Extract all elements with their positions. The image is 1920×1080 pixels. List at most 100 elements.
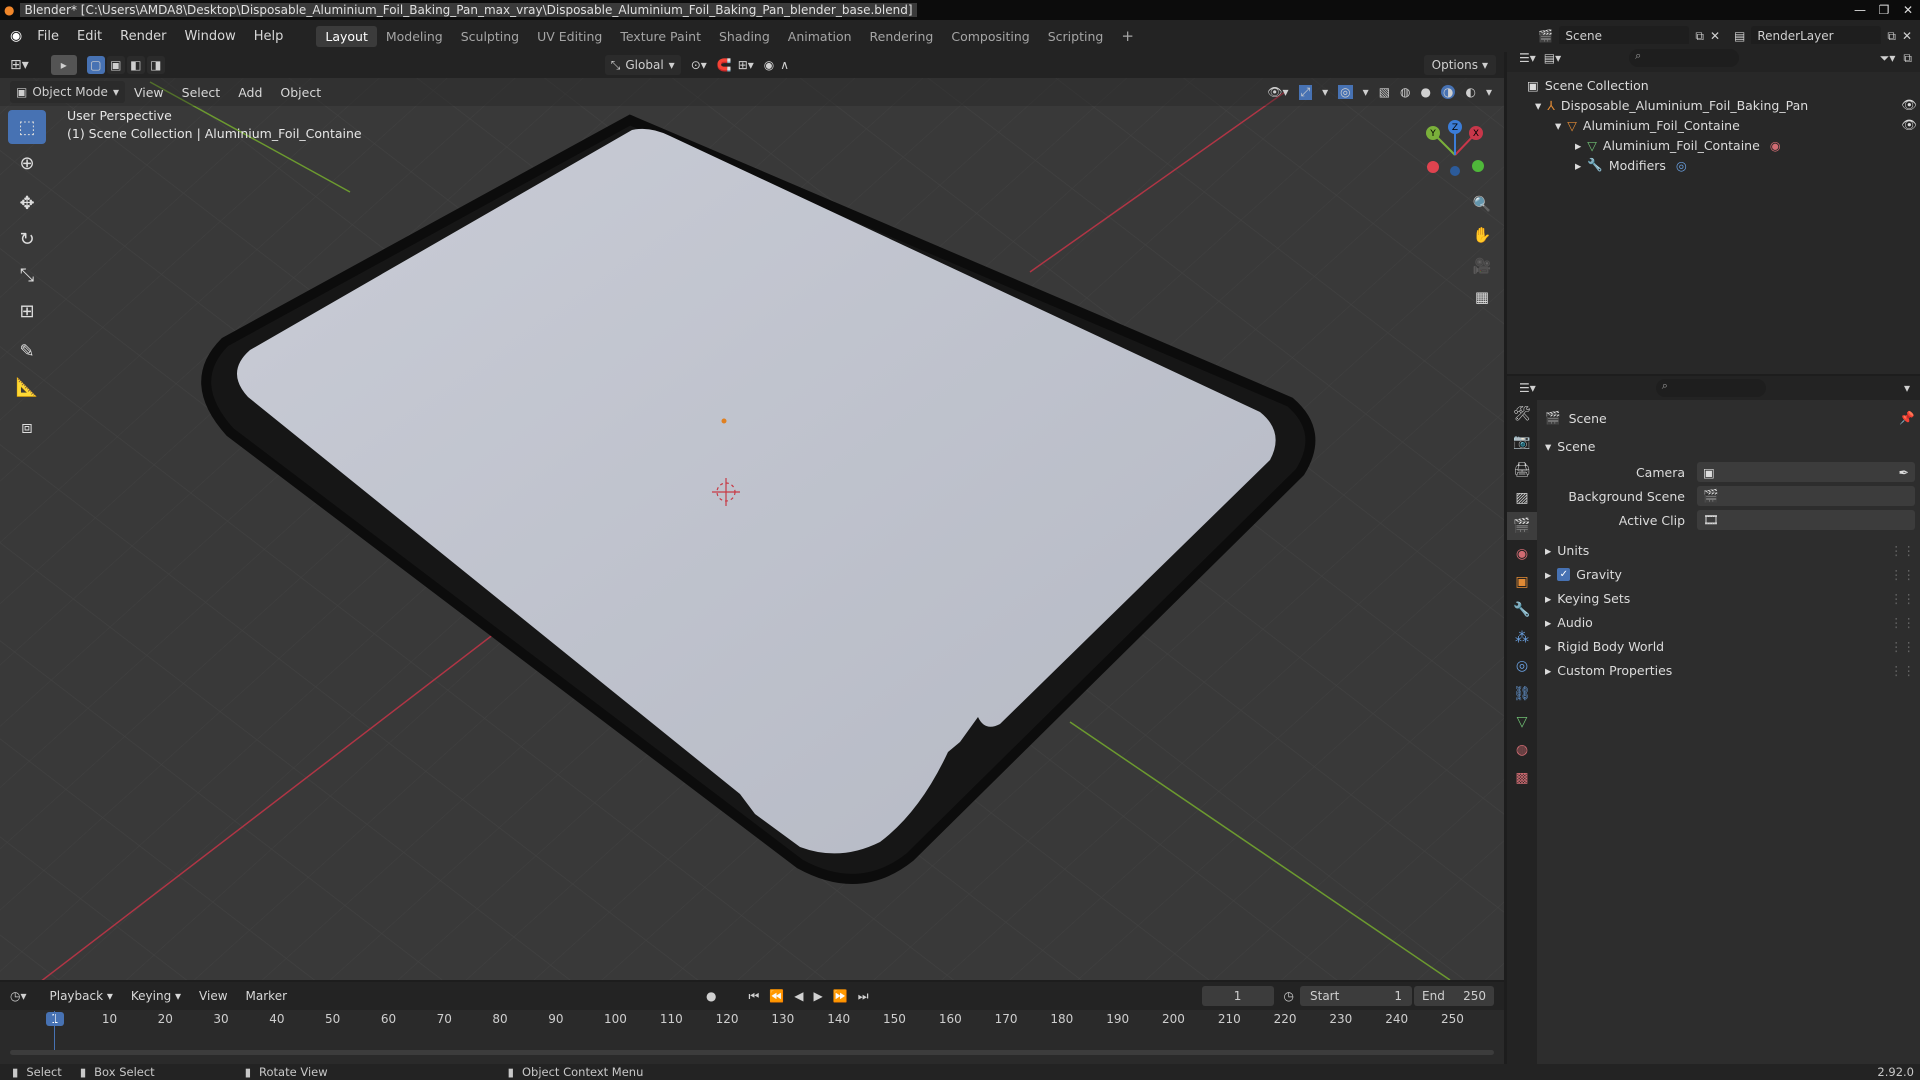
render-tab-icon[interactable]: 📷 bbox=[1507, 428, 1537, 456]
move-tool-icon[interactable]: ✥ bbox=[8, 186, 46, 220]
snap-target-icon[interactable]: ⊞▾ bbox=[738, 58, 754, 72]
tab-uv-editing[interactable]: UV Editing bbox=[528, 26, 611, 47]
renderlayer-delete-icon[interactable]: ✕ bbox=[1902, 29, 1912, 43]
panel-rigid-body-world[interactable]: ▸ Rigid Body World ⋮⋮ bbox=[1545, 634, 1915, 658]
display-mode-icon[interactable]: ▤▾ bbox=[1544, 51, 1561, 65]
ortho-grid-icon[interactable]: ▦ bbox=[1468, 283, 1496, 311]
scene-new-icon[interactable]: ⧉ bbox=[1695, 29, 1704, 44]
timeline-ruler[interactable]: 1102030405060708090100110120130140150160… bbox=[0, 1012, 1504, 1030]
texture-tab-icon[interactable]: ▩ bbox=[1507, 764, 1537, 792]
scene-panel-header[interactable]: ▾ Scene bbox=[1545, 434, 1915, 458]
minimize-button[interactable]: — bbox=[1848, 3, 1872, 17]
cursor-tool-icon[interactable]: ⊕ bbox=[8, 146, 46, 180]
solid-shading-icon[interactable]: ● bbox=[1421, 85, 1431, 99]
select-subtract-icon[interactable]: ◧ bbox=[126, 56, 145, 74]
expand-arrow-icon[interactable]: ▸ bbox=[1575, 138, 1581, 153]
play-reverse-icon[interactable]: ◀ bbox=[794, 989, 803, 1003]
drag-handle-icon[interactable]: ⋮⋮ bbox=[1890, 591, 1915, 606]
viewport-menu-select[interactable]: Select bbox=[173, 85, 230, 100]
material-tab-icon[interactable]: ◍ bbox=[1507, 736, 1537, 764]
prev-keyframe-icon[interactable]: ⏪ bbox=[769, 989, 784, 1003]
camera-view-icon[interactable]: 🎥 bbox=[1468, 252, 1496, 280]
timeline-menu-view[interactable]: View bbox=[190, 989, 236, 1003]
new-collection-icon[interactable]: ⧉ bbox=[1903, 51, 1912, 66]
output-tab-icon[interactable]: 🖨 bbox=[1507, 456, 1537, 484]
drag-handle-icon[interactable]: ⋮⋮ bbox=[1890, 543, 1915, 558]
select-extend-icon[interactable]: ▣ bbox=[106, 56, 125, 74]
tab-rendering[interactable]: Rendering bbox=[861, 26, 943, 47]
outliner-row-object[interactable]: ▾ ▽ Aluminium_Foil_Containe 👁 bbox=[1527, 115, 1917, 135]
panel-keying-sets[interactable]: ▸ Keying Sets ⋮⋮ bbox=[1545, 586, 1915, 610]
drag-handle-icon[interactable]: ⋮⋮ bbox=[1890, 615, 1915, 630]
editor-type-icon[interactable]: ⊞▾ bbox=[10, 57, 29, 73]
modifier-tab-icon[interactable]: 🔧 bbox=[1507, 596, 1537, 624]
pivot-icon[interactable]: ⊙▾ bbox=[691, 58, 707, 72]
chevron-down-icon[interactable]: ▾ bbox=[1904, 381, 1910, 395]
panel-audio[interactable]: ▸ Audio ⋮⋮ bbox=[1545, 610, 1915, 634]
renderlayer-selector[interactable]: RenderLayer bbox=[1751, 26, 1882, 46]
close-button[interactable]: ✕ bbox=[1896, 3, 1920, 17]
pan-hand-icon[interactable]: ✋ bbox=[1468, 221, 1496, 249]
select-tool-icon[interactable]: ▸ bbox=[50, 55, 77, 75]
outliner-editor-type-icon[interactable]: ☰▾ bbox=[1519, 51, 1536, 65]
rotate-tool-icon[interactable]: ↻ bbox=[8, 222, 46, 256]
neg-y-axis-icon[interactable] bbox=[1472, 160, 1484, 172]
properties-search-input[interactable]: ⌕ bbox=[1655, 379, 1766, 397]
expand-arrow-icon[interactable]: ▾ bbox=[1535, 98, 1541, 113]
start-frame-field[interactable]: Start 1 bbox=[1300, 986, 1412, 1006]
viewport-menu-view[interactable]: View bbox=[125, 85, 173, 100]
tab-compositing[interactable]: Compositing bbox=[942, 26, 1038, 47]
neg-x-axis-icon[interactable] bbox=[1427, 161, 1439, 173]
tab-texture-paint[interactable]: Texture Paint bbox=[611, 26, 710, 47]
viewport-menu-object[interactable]: Object bbox=[271, 85, 330, 100]
blender-menu-icon[interactable]: ◉ bbox=[10, 28, 22, 44]
scene-delete-icon[interactable]: ✕ bbox=[1710, 29, 1720, 43]
expand-arrow-icon[interactable]: ▾ bbox=[1545, 439, 1551, 454]
zoom-icon[interactable]: 🔍 bbox=[1468, 190, 1496, 218]
menu-help[interactable]: Help bbox=[245, 29, 293, 44]
panel-custom-properties[interactable]: ▸ Custom Properties ⋮⋮ bbox=[1545, 658, 1915, 682]
menu-window[interactable]: Window bbox=[175, 29, 244, 44]
active-clip-field[interactable]: 🎞 bbox=[1697, 510, 1915, 530]
wireframe-shading-icon[interactable]: ◍ bbox=[1400, 85, 1410, 99]
3d-viewport[interactable] bbox=[0, 52, 1504, 980]
expand-arrow-icon[interactable]: ▸ bbox=[1545, 615, 1551, 630]
tab-modeling[interactable]: Modeling bbox=[377, 26, 452, 47]
scene-tab-icon[interactable]: 🎬 bbox=[1507, 512, 1537, 540]
overlay-toggle-icon[interactable]: ◎ bbox=[1338, 85, 1353, 99]
outliner-row-modifiers[interactable]: ▸ 🔧 Modifiers ◎ bbox=[1527, 155, 1917, 175]
mode-dropdown[interactable]: ▣ Object Mode ▾ bbox=[10, 81, 125, 103]
eye-icon[interactable]: 👁 bbox=[1901, 97, 1917, 113]
current-frame-field[interactable]: 1 bbox=[1201, 986, 1274, 1006]
timeline-editor-type-icon[interactable]: ◷▾ bbox=[10, 989, 27, 1003]
record-icon[interactable]: ● bbox=[706, 989, 716, 1003]
options-dropdown[interactable]: Options ▾ bbox=[1423, 55, 1496, 75]
data-tab-icon[interactable]: ▽ bbox=[1507, 708, 1537, 736]
navigation-gizmo[interactable]: X Y Z bbox=[1415, 115, 1495, 195]
select-intersect-icon[interactable]: ◨ bbox=[146, 56, 165, 74]
drag-handle-icon[interactable]: ⋮⋮ bbox=[1890, 639, 1915, 654]
expand-arrow-icon[interactable]: ▸ bbox=[1545, 591, 1551, 606]
outliner-search-input[interactable]: ⌕ bbox=[1629, 49, 1740, 67]
add-cube-tool-icon[interactable]: ⧈ bbox=[8, 410, 46, 444]
timeline-menu-playback[interactable]: Playback ▾ bbox=[41, 989, 122, 1003]
timeline-menu-marker[interactable]: Marker bbox=[237, 989, 296, 1003]
panel-units[interactable]: ▸ Units ⋮⋮ bbox=[1545, 538, 1915, 562]
world-tab-icon[interactable]: ◉ bbox=[1507, 540, 1537, 568]
tab-animation[interactable]: Animation bbox=[779, 26, 861, 47]
particles-tab-icon[interactable]: ⁂ bbox=[1507, 624, 1537, 652]
material-shading-icon[interactable]: ◑ bbox=[1441, 85, 1456, 99]
gizmo-toggle-icon[interactable]: ⤢ bbox=[1298, 84, 1313, 100]
chevron-down-icon[interactable]: ▾ bbox=[1363, 85, 1369, 99]
jump-end-icon[interactable]: ⏭ bbox=[858, 989, 869, 1004]
play-icon[interactable]: ▶ bbox=[814, 989, 823, 1003]
annotate-tool-icon[interactable]: ✎ bbox=[8, 334, 46, 368]
drag-handle-icon[interactable]: ⋮⋮ bbox=[1890, 567, 1915, 582]
outliner-row-mesh[interactable]: ▸ ▽ Aluminium_Foil_Containe ◉ bbox=[1527, 135, 1917, 155]
timeline-menu-keying[interactable]: Keying ▾ bbox=[122, 989, 190, 1003]
end-frame-field[interactable]: End 250 bbox=[1414, 986, 1494, 1006]
orientation-dropdown[interactable]: ⤡ Global ▾ bbox=[604, 55, 681, 75]
renderlayer-new-icon[interactable]: ⧉ bbox=[1887, 29, 1896, 44]
xray-icon[interactable]: ▧ bbox=[1379, 85, 1390, 99]
timeline-scrollbar[interactable] bbox=[10, 1050, 1494, 1055]
